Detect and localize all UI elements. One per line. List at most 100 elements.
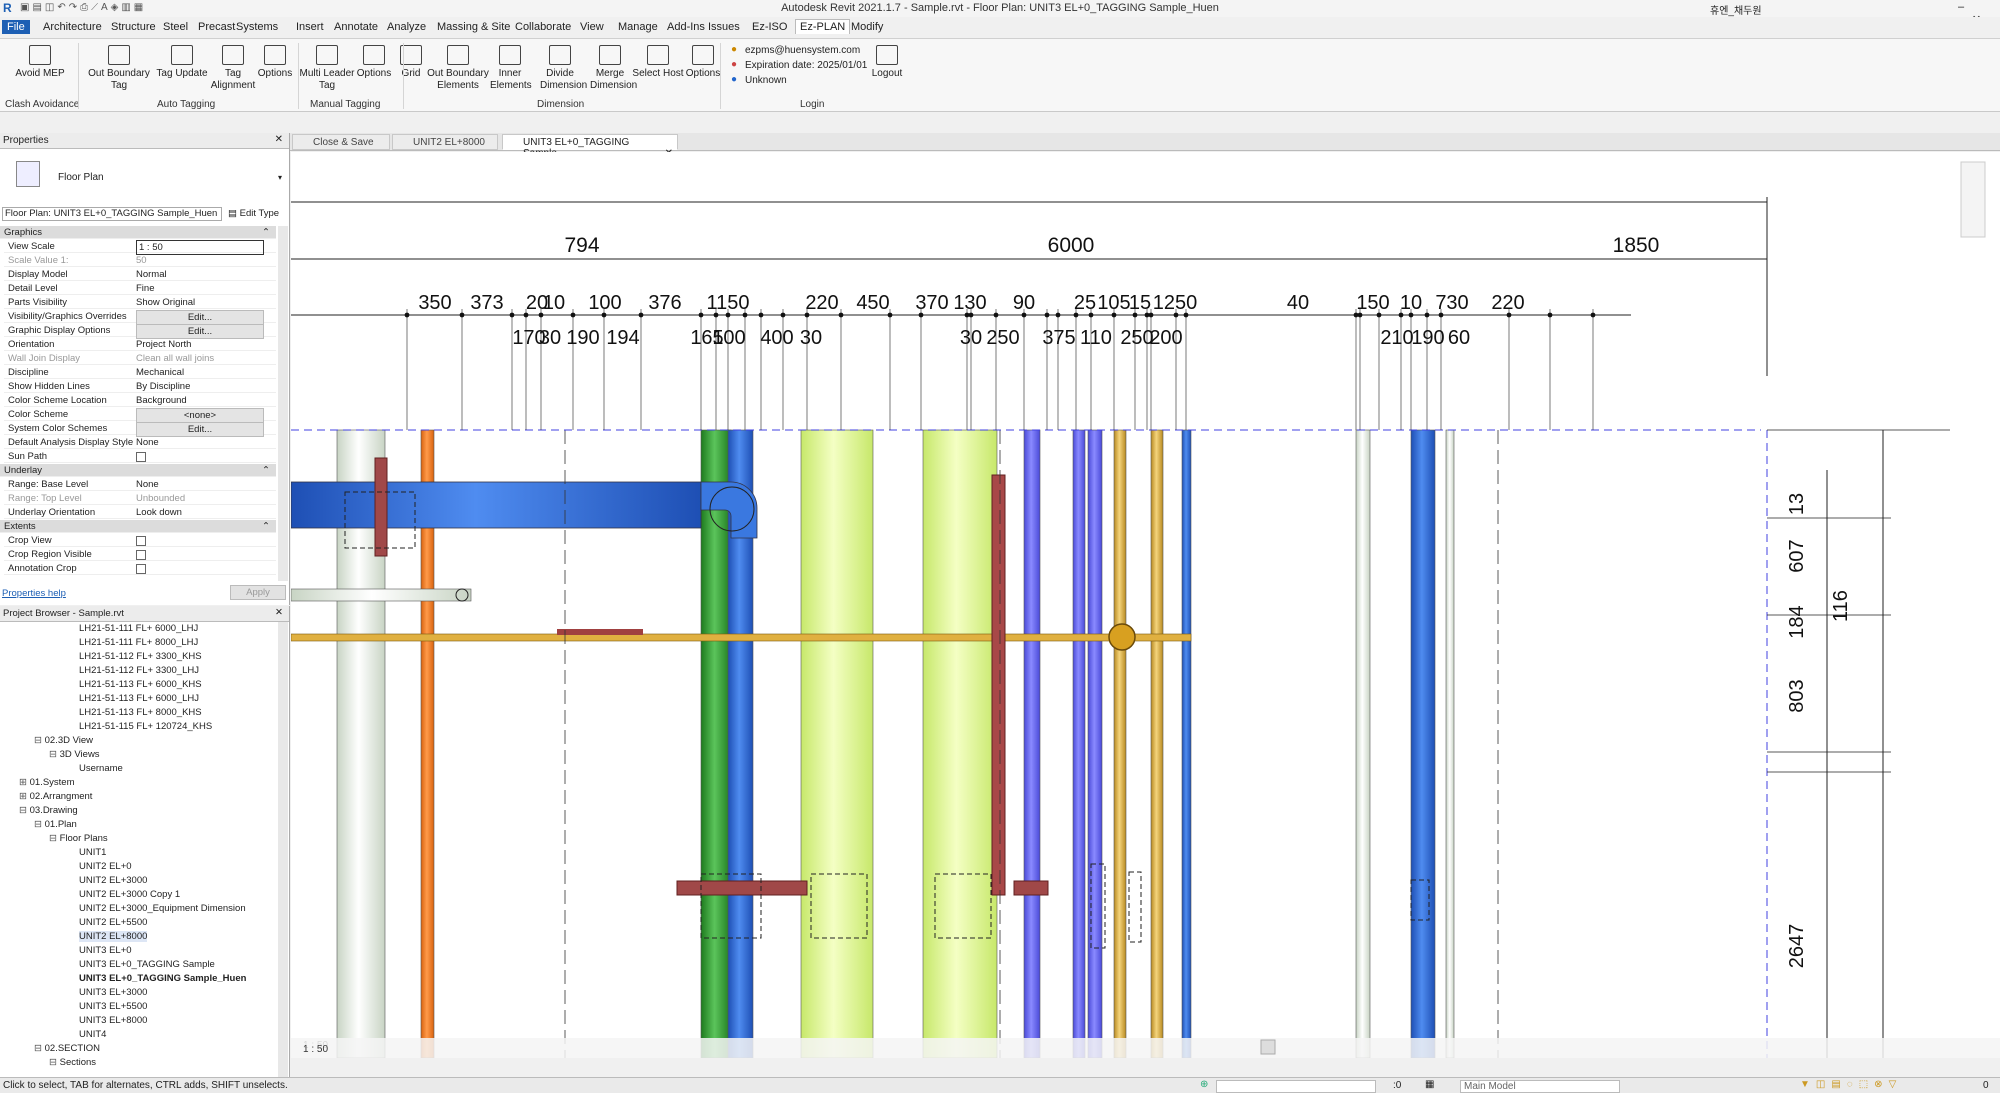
close-icon[interactable]: ✕ xyxy=(275,134,283,145)
browser-scrollbar[interactable] xyxy=(278,622,288,1077)
browser-item[interactable]: ⊟ Sections xyxy=(49,1056,96,1070)
property-value[interactable]: Clean all wall joins xyxy=(136,352,214,365)
close-icon[interactable]: ✕ xyxy=(275,607,283,618)
collapse-icon[interactable]: ⊟ xyxy=(34,1043,45,1054)
property-checkbox[interactable] xyxy=(136,564,146,574)
browser-item[interactable]: UNIT3 EL+0_TAGGING Sample_Huen xyxy=(79,972,246,986)
collapse-icon[interactable]: ⌃ xyxy=(262,464,270,477)
menu-tab-steel[interactable]: Steel xyxy=(163,21,188,33)
browser-item[interactable]: LH21-51-115 FL+ 120724_KHS xyxy=(79,720,212,734)
user-name[interactable]: 휴엔_채두원 xyxy=(1710,2,1762,17)
property-checkbox[interactable] xyxy=(136,536,146,546)
browser-item[interactable]: ⊟ Floor Plans xyxy=(49,832,108,846)
floor-plan-drawing[interactable]: 794 6000 1850350 373 2010 100 376 1150 220 450 370… xyxy=(291,152,2000,1058)
drawing-canvas[interactable]: 794 6000 1850 350 373 20 10 100 376 1150 220 450 370… xyxy=(291,152,2000,1058)
menu-tab-add-ins[interactable]: Add-Ins xyxy=(667,21,705,33)
workset-dropdown[interactable] xyxy=(1216,1080,1376,1093)
menu-tab-ez-plan[interactable]: Ez-PLAN xyxy=(795,19,851,34)
property-value[interactable]: Mechanical xyxy=(136,366,184,379)
property-checkbox[interactable] xyxy=(136,550,146,560)
browser-item[interactable]: ⊞ 02.Arrangment xyxy=(19,790,92,804)
browser-item[interactable]: LH21-51-112 FL+ 3300_KHS xyxy=(79,650,202,664)
view-tab[interactable]: UNIT2 EL+8000 xyxy=(392,134,498,150)
ribbon-button-avoid-mep[interactable]: Avoid MEP xyxy=(10,45,70,80)
property-value[interactable]: Project North xyxy=(136,338,191,351)
ribbon-button-options[interactable]: Options xyxy=(256,45,294,80)
property-value[interactable]: Background xyxy=(136,394,187,407)
collapse-icon[interactable]: ⌃ xyxy=(262,520,270,533)
menu-tab-systems[interactable]: Systems xyxy=(236,21,278,33)
ribbon-button-options[interactable]: Options xyxy=(685,45,721,80)
browser-item[interactable]: LH21-51-111 FL+ 8000_LHJ xyxy=(79,636,198,650)
browser-item[interactable]: UNIT2 EL+3000 Copy 1 xyxy=(79,888,180,902)
property-section[interactable]: Underlay ⌃ xyxy=(0,464,276,477)
design-option-dropdown[interactable]: Main Model xyxy=(1460,1080,1620,1093)
properties-help-link[interactable]: Properties help xyxy=(2,588,66,599)
property-section[interactable]: Extents ⌃ xyxy=(0,520,276,533)
selection-filters-icons[interactable]: ▼◫▤◌⬚⊗▽ xyxy=(1800,1079,1902,1090)
worksharing-icon[interactable]: ⊕ xyxy=(1200,1079,1208,1090)
browser-item[interactable]: ⊟ 03.Drawing xyxy=(19,804,78,818)
menu-tab-manage[interactable]: Manage xyxy=(618,21,658,33)
browser-item[interactable]: UNIT3 EL+0 xyxy=(79,944,132,958)
property-section[interactable]: Graphics ⌃ xyxy=(0,226,276,239)
collapse-icon[interactable]: ⊟ xyxy=(34,735,45,746)
browser-item[interactable]: UNIT2 EL+5500 xyxy=(79,916,147,930)
property-value[interactable]: None xyxy=(136,478,159,491)
property-value[interactable]: Normal xyxy=(136,268,167,281)
property-value[interactable]: 1 : 50 xyxy=(136,240,264,255)
property-value[interactable]: <none> xyxy=(136,408,264,423)
menu-tab-issues[interactable]: Issues xyxy=(708,21,740,33)
ribbon-button-select-host[interactable]: Select Host xyxy=(632,45,684,80)
property-value[interactable]: By Discipline xyxy=(136,380,190,393)
collapse-icon[interactable]: ⌃ xyxy=(262,226,270,239)
property-value[interactable]: Edit... xyxy=(136,422,264,437)
collapse-icon[interactable]: ⊟ xyxy=(49,1057,60,1068)
collapse-icon[interactable]: ⊟ xyxy=(49,833,60,844)
ribbon-button-tag-alignment[interactable]: Tag Alignment xyxy=(210,45,256,92)
expand-icon[interactable]: ⊞ xyxy=(19,791,30,802)
ribbon-button-out-boundary-elements[interactable]: Out Boundary Elements xyxy=(424,45,492,92)
ribbon-button-divide-dimension[interactable]: Divide Dimension xyxy=(540,45,587,92)
property-value[interactable]: Fine xyxy=(136,282,154,295)
properties-scrollbar[interactable] xyxy=(278,226,288,581)
apply-button[interactable]: Apply xyxy=(230,585,286,600)
collapse-icon[interactable]: ⊟ xyxy=(19,805,30,816)
property-value[interactable]: Look down xyxy=(136,506,182,519)
browser-item[interactable]: LH21-51-111 FL+ 6000_LHJ xyxy=(79,622,198,636)
ribbon-button-out-boundary-tag[interactable]: Out Boundary Tag xyxy=(84,45,154,92)
menu-tab-architecture[interactable]: Architecture xyxy=(43,21,102,33)
chevron-down-icon[interactable]: ▾ xyxy=(278,173,282,182)
menu-tab-insert[interactable]: Insert xyxy=(296,21,324,33)
collapse-icon[interactable]: ⊟ xyxy=(34,819,45,830)
property-value[interactable]: Show Original xyxy=(136,296,195,309)
view-tab[interactable]: UNIT3 EL+0_TAGGING Sample_... ✕ xyxy=(502,134,678,159)
ribbon-button-inner-elements[interactable]: Inner Elements xyxy=(490,45,532,92)
edit-type-button[interactable]: ▤ Edit Type xyxy=(228,208,279,219)
browser-item[interactable]: UNIT2 EL+8000 xyxy=(79,930,148,944)
property-value[interactable]: Unbounded xyxy=(136,492,185,505)
collapse-icon[interactable]: ⊟ xyxy=(49,749,60,760)
ribbon-button-logout[interactable]: Logout xyxy=(862,45,912,80)
browser-item[interactable]: Username xyxy=(79,762,123,776)
browser-item[interactable]: ⊟ 01.Plan xyxy=(34,818,77,832)
menu-tab-massing-site[interactable]: Massing & Site xyxy=(437,21,510,33)
browser-item[interactable]: UNIT4 xyxy=(79,1028,106,1042)
browser-item[interactable]: UNIT3 EL+0_TAGGING Sample xyxy=(79,958,215,972)
browser-item[interactable]: ⊞ 01.System xyxy=(19,776,75,790)
menu-tab-view[interactable]: View xyxy=(580,21,604,33)
browser-item[interactable]: LH21-51-113 FL+ 8000_KHS xyxy=(79,706,202,720)
browser-item[interactable]: LH21-51-113 FL+ 6000_KHS xyxy=(79,678,202,692)
menu-tab-ez-iso[interactable]: Ez-ISO xyxy=(752,21,787,33)
ribbon-button-multi-leader-tag[interactable]: Multi Leader Tag xyxy=(298,45,356,92)
menu-tab-annotate[interactable]: Annotate xyxy=(334,21,378,33)
ribbon-button-grid[interactable]: Grid xyxy=(398,45,424,80)
browser-item[interactable]: UNIT3 EL+3000 xyxy=(79,986,147,1000)
browser-item[interactable]: UNIT2 EL+3000_Equipment Dimension xyxy=(79,902,246,916)
editing-requests-icon[interactable]: ▦ xyxy=(1425,1079,1434,1090)
browser-item[interactable]: ⊟ 02.SECTION xyxy=(34,1042,100,1056)
menu-tab-structure[interactable]: Structure xyxy=(111,21,156,33)
view-selector[interactable]: Floor Plan: UNIT3 EL+0_TAGGING Sample_Hu… xyxy=(2,207,222,221)
browser-item[interactable]: ⊟ 3D Views xyxy=(49,748,100,762)
browser-item[interactable]: LH21-51-113 FL+ 6000_LHJ xyxy=(79,692,199,706)
